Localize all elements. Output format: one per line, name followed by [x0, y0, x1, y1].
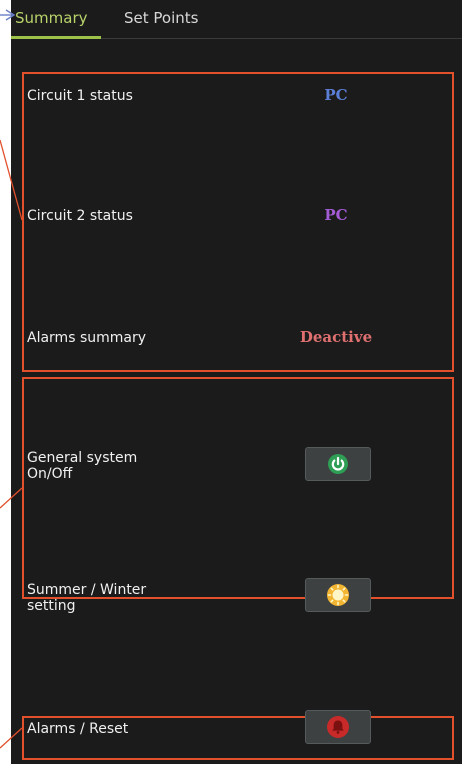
alarms-reset-button[interactable] — [305, 710, 371, 744]
circuit1-status-label: Circuit 1 status — [27, 88, 133, 104]
general-system-power-button[interactable] — [305, 447, 371, 481]
controls-section-frame — [22, 377, 454, 599]
season-setting-label: Summer / Winter setting — [27, 582, 146, 614]
alarms-summary-label: Alarms summary — [27, 330, 146, 346]
season-setting-label-line2: setting — [27, 598, 76, 614]
circuit2-status-value: PC — [324, 206, 348, 224]
tab-summary[interactable]: Summary — [15, 8, 101, 28]
circuit2-status-label: Circuit 2 status — [27, 208, 133, 224]
general-system-label-line1: General system — [27, 450, 138, 466]
sun-icon — [327, 584, 349, 606]
hvac-summary-screen: Summary Set Points Circuit 1 status PC C… — [11, 0, 462, 764]
tab-set-points[interactable]: Set Points — [124, 8, 198, 28]
general-system-label-line2: On/Off — [27, 466, 73, 482]
power-icon — [328, 454, 348, 474]
bell-icon — [327, 716, 349, 738]
alarms-reset-label: Alarms / Reset — [27, 721, 129, 737]
circuit1-status-value: PC — [324, 86, 348, 104]
active-tab-indicator — [11, 36, 101, 39]
tab-bar: Summary Set Points — [11, 0, 462, 39]
alarms-summary-value: Deactive — [299, 328, 373, 346]
general-system-label: General system On/Off — [27, 450, 137, 482]
season-setting-label-line1: Summer / Winter — [27, 582, 147, 598]
season-toggle-button[interactable] — [305, 578, 371, 612]
